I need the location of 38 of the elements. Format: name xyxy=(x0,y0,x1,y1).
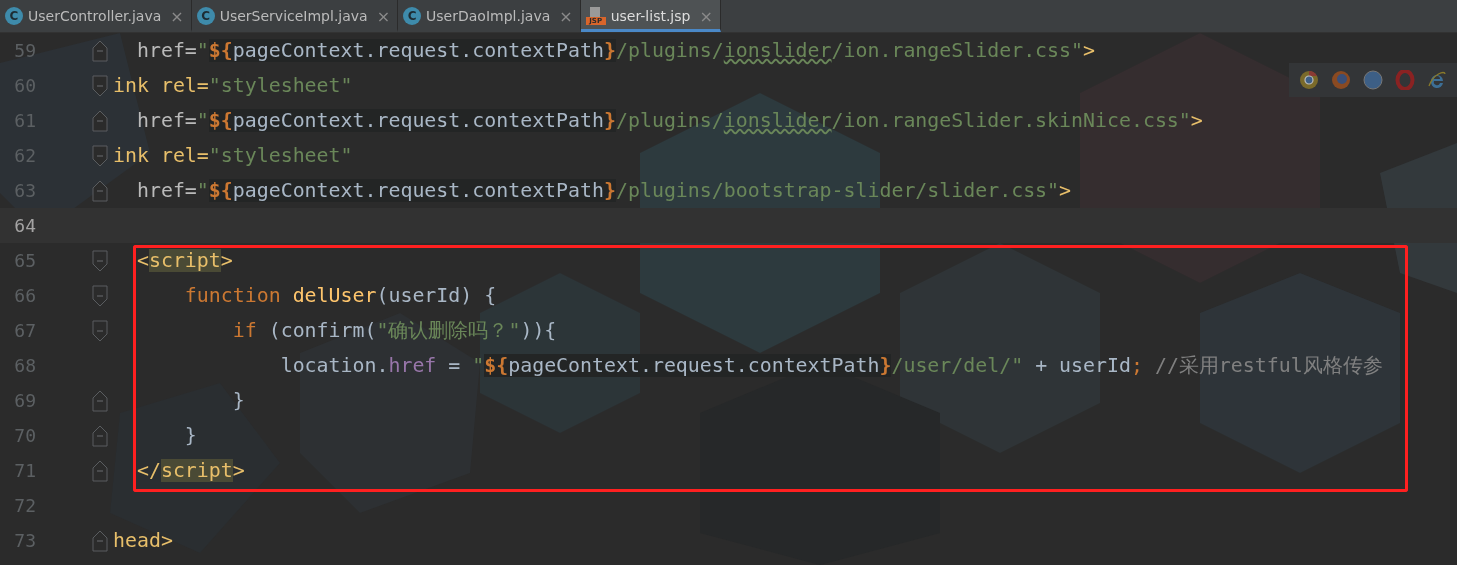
browser-icon[interactable] xyxy=(1427,70,1447,90)
line-number: 70 xyxy=(13,425,36,446)
line-number: 68 xyxy=(13,355,36,376)
code-line: <script> xyxy=(135,249,233,272)
class-file-icon: C xyxy=(403,7,422,25)
line-number: 67 xyxy=(13,320,36,341)
fold-marker-icon[interactable] xyxy=(92,144,108,167)
code-line: function delUser(userId) { xyxy=(183,284,497,307)
fold-marker-icon[interactable] xyxy=(92,249,108,272)
browser-icon[interactable] xyxy=(1363,70,1383,90)
fold-marker-icon[interactable] xyxy=(92,284,108,307)
line-number: 69 xyxy=(13,390,36,411)
code-line: ink rel="stylesheet" xyxy=(113,74,353,97)
class-file-icon: C xyxy=(5,7,23,25)
code-line: if (confirm("确认删除吗？")){ xyxy=(231,318,557,344)
line-number: 65 xyxy=(13,250,36,271)
code-line: } xyxy=(231,389,245,412)
line-number: 64 xyxy=(13,215,36,236)
code-line: href="${pageContext.request.contextPath}/plugins/bootstrap-slider/slider.css"> xyxy=(135,179,1072,202)
line-number: 72 xyxy=(13,495,36,516)
line-number: 71 xyxy=(13,460,36,481)
close-button[interactable]: × xyxy=(376,6,391,26)
code-line: </script> xyxy=(135,459,245,482)
browser-icon[interactable] xyxy=(1299,70,1319,90)
code-line: ink rel="stylesheet" xyxy=(113,144,353,167)
fold-marker-icon[interactable] xyxy=(92,74,108,97)
close-button[interactable]: × xyxy=(170,6,184,26)
fold-marker-icon[interactable] xyxy=(92,319,108,342)
line-number: 73 xyxy=(13,530,36,551)
class-file-icon: C xyxy=(196,7,215,25)
code-line: location.href = "${pageContext.request.contextPath}/user/del/" + userId; //采用restful风格传参 xyxy=(279,353,1383,379)
line-number: 59 xyxy=(13,40,36,61)
code-line: href="${pageContext.request.contextPath}/plugins/ionslider/ion.rangeSlider.css"> xyxy=(135,39,1095,62)
close-button[interactable]: × xyxy=(559,6,573,26)
line-number: 66 xyxy=(13,285,36,306)
code-line: } xyxy=(183,424,197,447)
code-line: head> xyxy=(113,529,173,552)
code-line: href="${pageContext.request.contextPath}/plugins/ionslider/ion.rangeSlider.skinNice.css"> xyxy=(135,109,1203,132)
